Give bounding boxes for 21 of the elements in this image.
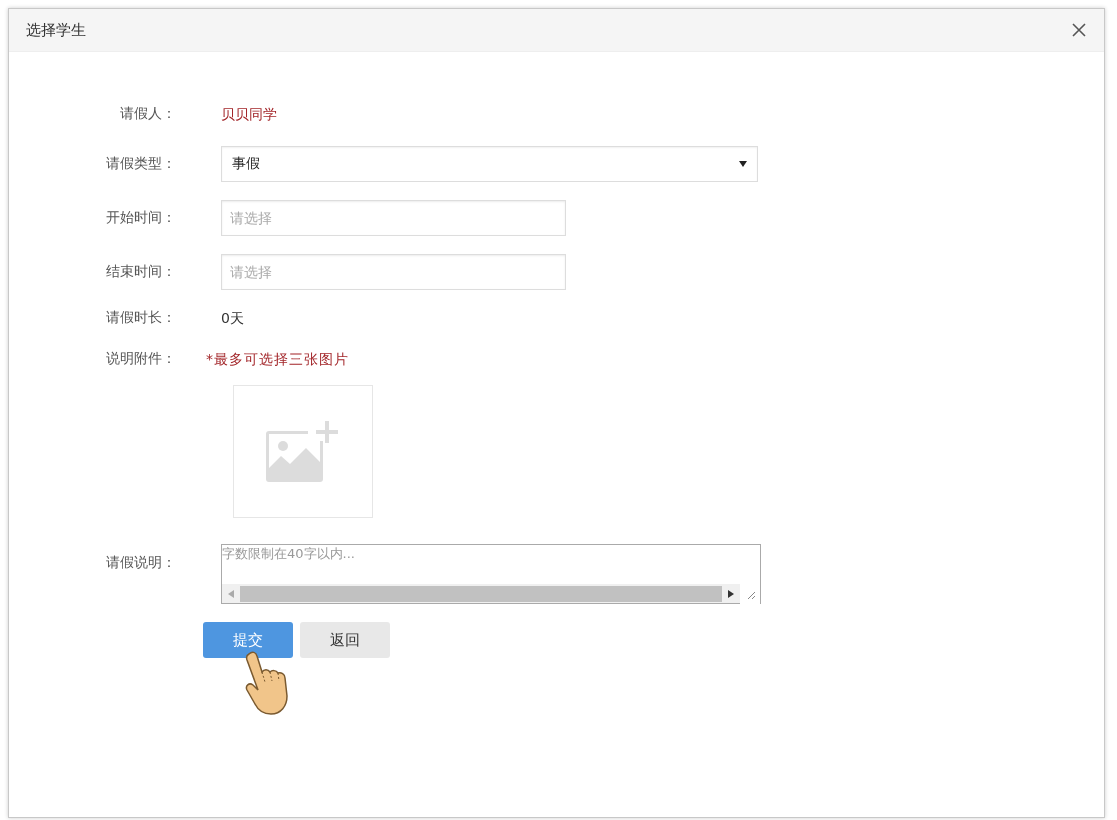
field-label: 请假说明： bbox=[105, 553, 176, 572]
field-value: 贝贝同学 bbox=[221, 106, 277, 122]
field-label: 说明附件： bbox=[105, 350, 176, 368]
field-label: 开始时间： bbox=[105, 209, 176, 227]
field-label: 请假时长： bbox=[105, 309, 176, 327]
upload-note: *最多可选择三张图片 bbox=[206, 351, 349, 369]
date-field[interactable]: 请选择 bbox=[221, 254, 566, 290]
close-icon[interactable] bbox=[1072, 23, 1086, 37]
caret-icon bbox=[739, 161, 747, 167]
dialog-title: 选择学生 bbox=[26, 20, 86, 40]
back-button[interactable]: 返回 bbox=[300, 622, 390, 658]
reason-textarea[interactable]: 字数限制在40字以内... bbox=[221, 544, 761, 584]
field-label: 请假人： bbox=[119, 105, 176, 123]
scroll-left-icon[interactable] bbox=[228, 589, 234, 598]
scroll-right-icon[interactable] bbox=[728, 589, 734, 598]
field-label: 请假类型： bbox=[105, 155, 176, 173]
date-field[interactable]: 请选择 bbox=[221, 200, 566, 236]
field-value: 0天 bbox=[221, 310, 244, 326]
horizontal-scrollbar[interactable] bbox=[221, 584, 761, 604]
leave-type-select[interactable]: 事假 bbox=[221, 146, 758, 182]
field-label: 结束时间： bbox=[105, 263, 176, 281]
